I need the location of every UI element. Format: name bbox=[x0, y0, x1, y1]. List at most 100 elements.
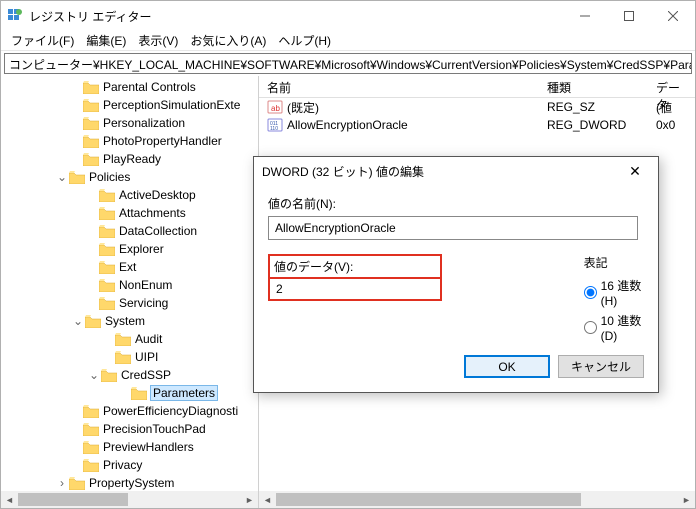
menu-edit[interactable]: 編集(E) bbox=[80, 32, 132, 49]
scroll-left-icon[interactable]: ◄ bbox=[1, 491, 18, 508]
tree-twisty-icon[interactable]: ⌄ bbox=[55, 170, 69, 184]
tree-item-label: Attachments bbox=[119, 206, 186, 220]
dialog-title: DWORD (32 ビット) 値の編集 bbox=[262, 163, 620, 180]
folder-icon bbox=[115, 350, 131, 364]
address-bar[interactable]: コンピューター¥HKEY_LOCAL_MACHINE¥SOFTWARE¥Micr… bbox=[4, 53, 692, 74]
radio-hex[interactable]: 16 進数(H) bbox=[584, 277, 644, 308]
dialog-title-bar[interactable]: DWORD (32 ビット) 値の編集 ✕ bbox=[254, 157, 658, 185]
tree-twisty-icon[interactable]: › bbox=[55, 476, 69, 490]
tree-item[interactable]: Attachments bbox=[3, 204, 258, 222]
menu-help[interactable]: ヘルプ(H) bbox=[272, 32, 337, 49]
tree-item-label: CredSSP bbox=[121, 368, 171, 382]
tree-item[interactable]: PlayReady bbox=[3, 150, 258, 168]
menu-favorites[interactable]: お気に入り(A) bbox=[184, 32, 272, 49]
svg-text:ab: ab bbox=[271, 104, 280, 113]
folder-icon bbox=[83, 98, 99, 112]
tree-item[interactable]: UIPI bbox=[3, 348, 258, 366]
value-data-input[interactable] bbox=[268, 277, 442, 301]
maximize-button[interactable] bbox=[607, 1, 651, 31]
tree-item-label: PerceptionSimulationExte bbox=[103, 98, 240, 112]
folder-icon bbox=[85, 314, 101, 328]
tree-item[interactable]: Parameters bbox=[3, 384, 258, 402]
folder-icon bbox=[99, 296, 115, 310]
tree-item[interactable]: ⌄ CredSSP bbox=[3, 366, 258, 384]
menu-file[interactable]: ファイル(F) bbox=[5, 32, 80, 49]
folder-icon bbox=[83, 458, 99, 472]
radio-dec-input[interactable] bbox=[584, 321, 597, 334]
dialog-close-button[interactable]: ✕ bbox=[620, 163, 650, 180]
radio-dec[interactable]: 10 進数(D) bbox=[584, 312, 644, 343]
tree-item[interactable]: PrecisionTouchPad bbox=[3, 420, 258, 438]
tree-item-label: PropertySystem bbox=[89, 476, 174, 490]
tree-item[interactable]: Explorer bbox=[3, 240, 258, 258]
folder-icon bbox=[83, 116, 99, 130]
folder-icon bbox=[99, 242, 115, 256]
tree-item[interactable]: PreviewHandlers bbox=[3, 438, 258, 456]
window-title: レジストリ エディター bbox=[29, 8, 563, 25]
value-data: (値 bbox=[648, 99, 695, 116]
value-name-label: 値の名前(N): bbox=[268, 195, 644, 212]
tree-item-label: Explorer bbox=[119, 242, 164, 256]
list-hscrollbar[interactable]: ◄ ► bbox=[259, 491, 695, 508]
cancel-button[interactable]: キャンセル bbox=[558, 355, 644, 378]
tree-item[interactable]: PowerEfficiencyDiagnosti bbox=[3, 402, 258, 420]
tree-item[interactable]: ⌄System bbox=[3, 312, 258, 330]
folder-icon bbox=[99, 260, 115, 274]
menu-bar: ファイル(F) 編集(E) 表示(V) お気に入り(A) ヘルプ(H) bbox=[1, 31, 695, 51]
tree-item[interactable]: ⌄Policies bbox=[3, 168, 258, 186]
list-row[interactable]: ab (既定) REG_SZ(値 bbox=[259, 98, 695, 116]
tree-item[interactable]: PerceptionSimulationExte bbox=[3, 96, 258, 114]
value-name: (既定) bbox=[287, 99, 319, 116]
value-type: REG_SZ bbox=[539, 100, 648, 114]
tree-hscrollbar[interactable]: ◄ ► bbox=[1, 491, 258, 508]
scroll-right-icon[interactable]: ► bbox=[678, 491, 695, 508]
folder-icon bbox=[83, 80, 99, 94]
tree-item[interactable]: Servicing bbox=[3, 294, 258, 312]
radio-hex-input[interactable] bbox=[584, 286, 597, 299]
svg-text:110: 110 bbox=[270, 126, 278, 132]
value-name-input[interactable] bbox=[268, 216, 638, 240]
ok-button[interactable]: OK bbox=[464, 355, 550, 378]
tree-item[interactable]: DataCollection bbox=[3, 222, 258, 240]
tree-pane: Parental Controls PerceptionSimulationExt… bbox=[1, 76, 259, 508]
tree-item[interactable]: Parental Controls bbox=[3, 78, 258, 96]
scroll-right-icon[interactable]: ► bbox=[241, 491, 258, 508]
folder-icon bbox=[83, 152, 99, 166]
tree-item[interactable]: Personalization bbox=[3, 114, 258, 132]
tree-item-label: UIPI bbox=[135, 350, 158, 364]
tree-item-label: Servicing bbox=[119, 296, 168, 310]
tree-item[interactable]: › PropertySystem bbox=[3, 474, 258, 491]
tree-item[interactable]: NonEnum bbox=[3, 276, 258, 294]
tree-item-label: Privacy bbox=[103, 458, 142, 472]
minimize-button[interactable] bbox=[563, 1, 607, 31]
tree-item[interactable]: PhotoPropertyHandler bbox=[3, 132, 258, 150]
tree-twisty-icon[interactable]: ⌄ bbox=[71, 314, 85, 328]
list-row[interactable]: 011110AllowEncryptionOracleREG_DWORD0x0 bbox=[259, 116, 695, 134]
tree-item-label: Parental Controls bbox=[103, 80, 196, 94]
folder-icon bbox=[83, 134, 99, 148]
string-value-icon: ab bbox=[267, 99, 283, 115]
tree-item[interactable]: Audit bbox=[3, 330, 258, 348]
folder-icon bbox=[99, 188, 115, 202]
scrollbar-thumb[interactable] bbox=[276, 493, 581, 506]
tree-item[interactable]: Ext bbox=[3, 258, 258, 276]
folder-icon bbox=[83, 404, 99, 418]
scrollbar-thumb[interactable] bbox=[18, 493, 128, 506]
tree-item[interactable]: ActiveDesktop bbox=[3, 186, 258, 204]
menu-view[interactable]: 表示(V) bbox=[132, 32, 184, 49]
folder-icon bbox=[69, 476, 85, 490]
col-type[interactable]: 種類 bbox=[539, 76, 648, 97]
tree-item[interactable]: Privacy bbox=[3, 456, 258, 474]
col-data[interactable]: データ bbox=[648, 76, 695, 97]
tree-item-label: NonEnum bbox=[119, 278, 172, 292]
col-name[interactable]: 名前 bbox=[259, 76, 539, 97]
value-data-label: 値のデータ(V): bbox=[268, 254, 442, 277]
folder-icon bbox=[115, 332, 131, 346]
folder-icon bbox=[99, 206, 115, 220]
scroll-left-icon[interactable]: ◄ bbox=[259, 491, 276, 508]
tree-item-label: PowerEfficiencyDiagnosti bbox=[103, 404, 238, 418]
tree-item-label: Personalization bbox=[103, 116, 185, 130]
tree-twisty-icon[interactable]: ⌄ bbox=[87, 368, 101, 382]
tree-item-label: PhotoPropertyHandler bbox=[103, 134, 222, 148]
close-button[interactable] bbox=[651, 1, 695, 31]
